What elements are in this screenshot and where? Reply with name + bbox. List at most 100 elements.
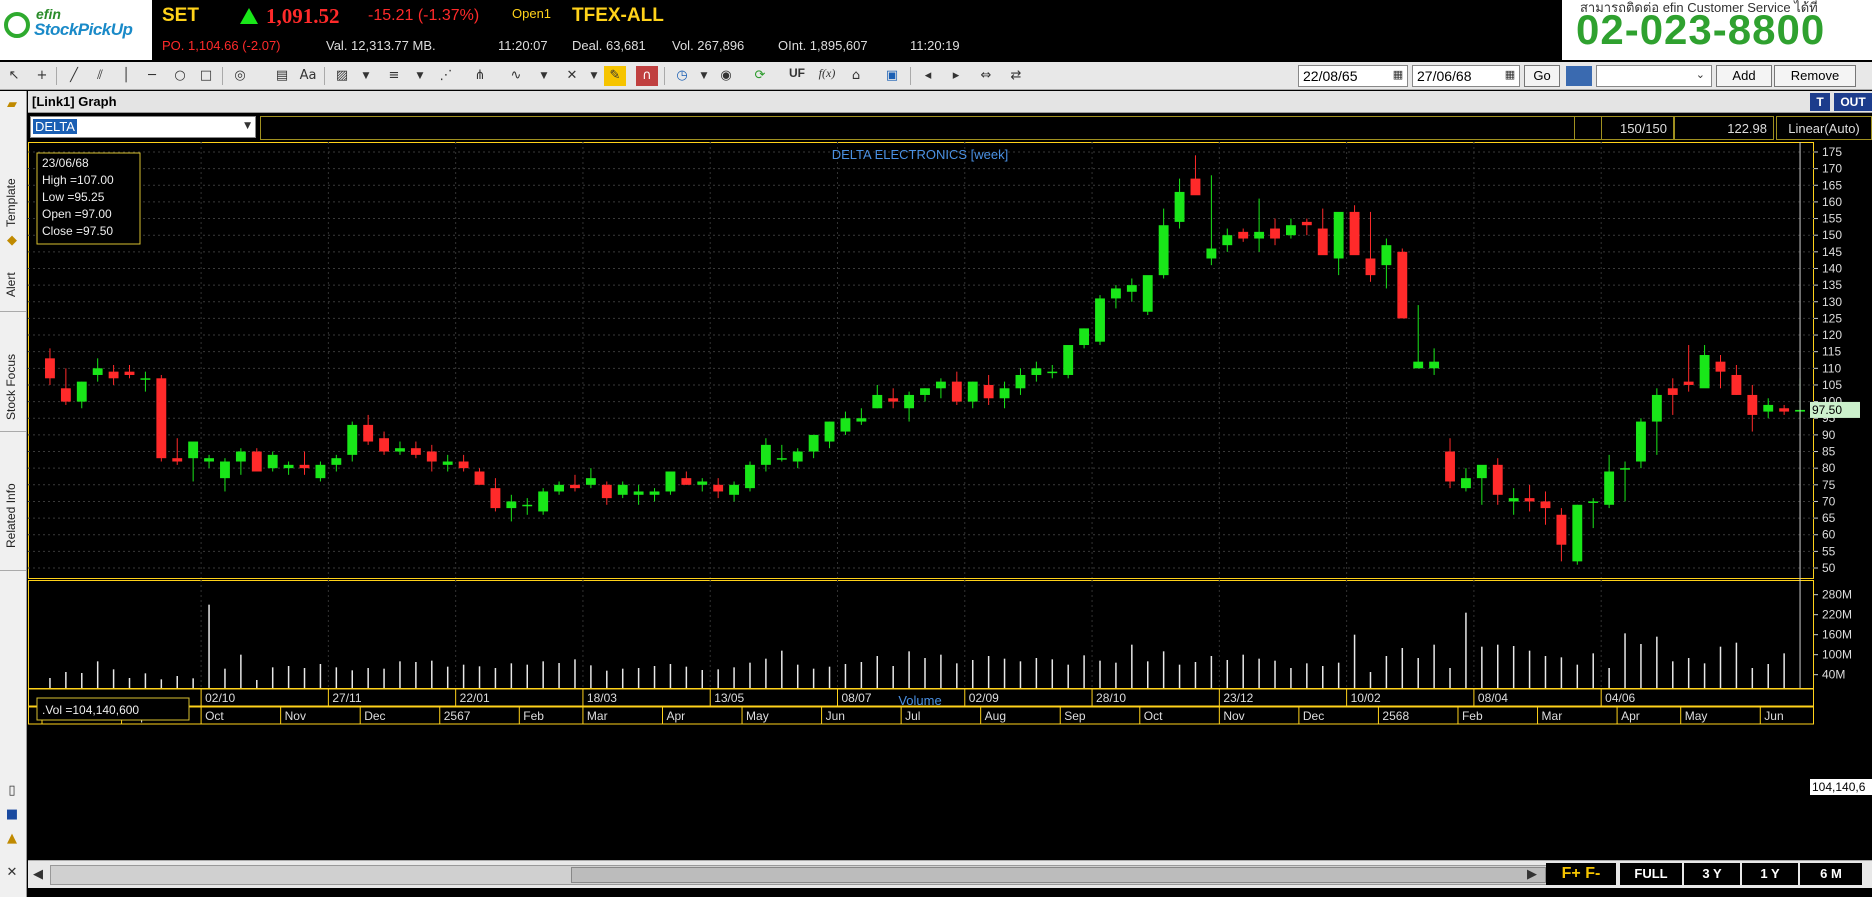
uf-icon[interactable]: UF bbox=[784, 66, 810, 86]
candle-body bbox=[347, 424, 358, 455]
candle-body bbox=[331, 458, 342, 465]
customer-service-banner[interactable]: สามารถติดต่อ efin Customer Service ได้ที… bbox=[1562, 0, 1872, 60]
range-full-button[interactable]: FULL bbox=[1620, 863, 1682, 885]
symbol-value: DELTA bbox=[33, 119, 77, 134]
go-button[interactable]: Go bbox=[1524, 65, 1560, 87]
calendar-from-icon[interactable]: ▦ bbox=[1390, 67, 1406, 83]
cursor-icon[interactable]: ↖ bbox=[4, 66, 24, 86]
efin-logo-icon bbox=[4, 12, 30, 38]
x-axis-date-label: 08/07 bbox=[841, 691, 871, 705]
note-icon[interactable]: ▤ bbox=[272, 66, 292, 86]
set-index-panel[interactable]: SET 1,091.52 -15.21 (-1.37%) Open1 PO. 1… bbox=[154, 0, 554, 60]
candle-body bbox=[235, 451, 246, 462]
x-axis-date-label: 10/02 bbox=[1351, 691, 1381, 705]
delete-dropdown-icon[interactable]: ▼ bbox=[584, 66, 604, 86]
scale-mode[interactable]: Linear(Auto) bbox=[1776, 116, 1872, 140]
add-button[interactable]: Add bbox=[1716, 65, 1772, 87]
scroll-right-icon[interactable]: ▶ bbox=[1522, 865, 1542, 885]
scan-icon[interactable]: ⌂ bbox=[846, 66, 866, 86]
candle-body bbox=[1636, 421, 1646, 462]
wave-dropdown-icon[interactable]: ▼ bbox=[534, 66, 554, 86]
wave-icon[interactable]: ∿ bbox=[506, 66, 526, 86]
candle-body bbox=[1254, 231, 1265, 239]
parallel-line-icon[interactable]: ⫽ bbox=[90, 66, 110, 86]
range-3y-button[interactable]: 3 Y bbox=[1684, 863, 1740, 885]
pitchfork-icon[interactable]: ⋔ bbox=[470, 66, 490, 86]
candle-body bbox=[267, 454, 278, 469]
candle-body bbox=[681, 478, 692, 485]
pattern-icon[interactable]: ◎ bbox=[230, 66, 250, 86]
efin-logo[interactable]: efin StockPickUp bbox=[0, 0, 152, 60]
scroll-left-icon[interactable]: ◀ bbox=[28, 865, 48, 885]
candle-body bbox=[1047, 371, 1058, 374]
horizontal-line-icon[interactable]: ─ bbox=[142, 66, 162, 86]
rectangle-icon[interactable]: □ bbox=[196, 66, 216, 86]
candle-body bbox=[522, 504, 533, 507]
line-icon[interactable]: ╱ bbox=[64, 66, 84, 86]
fill-dropdown-icon[interactable]: ▼ bbox=[356, 66, 376, 86]
alert-icon[interactable]: ◆ bbox=[2, 231, 22, 251]
circle-icon[interactable]: ○ bbox=[170, 66, 190, 86]
arrow-left-icon[interactable]: ◂ bbox=[918, 66, 938, 86]
candle-body bbox=[1222, 235, 1233, 246]
pencil-icon[interactable]: ✎ bbox=[604, 66, 626, 86]
fx-icon[interactable]: f(x) bbox=[814, 66, 840, 86]
close-icon[interactable]: ✕ bbox=[2, 863, 22, 883]
new-doc-icon[interactable]: ▯ bbox=[2, 781, 22, 801]
line-style-icon[interactable]: ≡ bbox=[384, 66, 404, 86]
f-plus-button[interactable]: F+ bbox=[1562, 865, 1581, 882]
candle-body bbox=[76, 381, 87, 402]
calendar-to-icon[interactable]: ▦ bbox=[1502, 67, 1518, 83]
candle-body bbox=[1699, 355, 1710, 389]
candle-body bbox=[1238, 231, 1249, 239]
tab-related-info[interactable]: Related Info bbox=[0, 431, 26, 571]
t-button[interactable]: T bbox=[1810, 93, 1830, 111]
tab-template[interactable]: Template bbox=[0, 123, 26, 243]
volume-tick-label: 40M bbox=[1822, 668, 1845, 682]
range-6m-button[interactable]: 6 M bbox=[1800, 863, 1862, 885]
tfex-oint: OInt. 1,895,607 bbox=[778, 38, 868, 53]
candle-body bbox=[713, 484, 724, 492]
x-axis-month-label: Apr bbox=[1621, 709, 1640, 723]
vertical-line-icon[interactable]: │ bbox=[116, 66, 136, 86]
range-1y-button[interactable]: 1 Y bbox=[1742, 863, 1798, 885]
image-icon[interactable]: ▣ bbox=[882, 66, 902, 86]
clock-dropdown-icon[interactable]: ▼ bbox=[694, 66, 714, 86]
horizontal-scrollbar[interactable] bbox=[50, 865, 1570, 885]
palette-icon[interactable]: ◉ bbox=[716, 66, 736, 86]
fill-icon[interactable]: ▨ bbox=[332, 66, 352, 86]
x-axis-month-label: Feb bbox=[523, 709, 544, 723]
tfex-panel[interactable]: TFEX-ALL Deal. 63,681 Vol. 267,896 OInt.… bbox=[560, 0, 970, 60]
collapse-icon[interactable]: ⇄ bbox=[1006, 66, 1026, 86]
out-button[interactable]: OUT bbox=[1834, 93, 1872, 111]
candle-body bbox=[1492, 464, 1503, 495]
folder-icon[interactable]: ▰ bbox=[2, 95, 22, 115]
text-icon[interactable]: Aa bbox=[298, 66, 318, 86]
tab-template-label: Template bbox=[4, 178, 18, 227]
export-icon[interactable]: ▲ bbox=[2, 829, 22, 849]
symbol-select[interactable]: DELTA ▼ bbox=[30, 116, 256, 138]
crosshair-icon[interactable]: + bbox=[32, 66, 52, 86]
stock-chart[interactable]: 5055606570758085909510010511011512012513… bbox=[28, 142, 1872, 860]
f-minus-button[interactable]: F- bbox=[1585, 865, 1600, 882]
refresh-icon[interactable]: ⟳ bbox=[750, 66, 770, 86]
candle-body bbox=[570, 484, 580, 489]
template-color-icon[interactable] bbox=[1566, 66, 1592, 86]
magnet-icon[interactable]: ∩ bbox=[636, 66, 658, 86]
candle-body bbox=[951, 381, 962, 402]
candle-body bbox=[1763, 404, 1774, 412]
save-icon[interactable]: ■ bbox=[2, 805, 22, 825]
fan-icon[interactable]: ⋰ bbox=[436, 66, 456, 86]
remove-button[interactable]: Remove bbox=[1774, 65, 1856, 87]
candle-body bbox=[108, 371, 119, 379]
candle-body bbox=[1333, 211, 1344, 259]
template-select[interactable]: ⌄ bbox=[1596, 65, 1712, 87]
clock-icon[interactable]: ◷ bbox=[672, 66, 692, 86]
expand-icon[interactable]: ⇔ bbox=[976, 66, 996, 86]
line-style-dropdown-icon[interactable]: ▼ bbox=[410, 66, 430, 86]
arrow-right-icon[interactable]: ▸ bbox=[946, 66, 966, 86]
delete-icon[interactable]: ✕ bbox=[562, 66, 582, 86]
tab-stock-focus-label: Stock Focus bbox=[4, 353, 18, 420]
tab-stock-focus[interactable]: Stock Focus bbox=[0, 311, 26, 431]
scrollbar-thumb[interactable] bbox=[571, 867, 1546, 883]
